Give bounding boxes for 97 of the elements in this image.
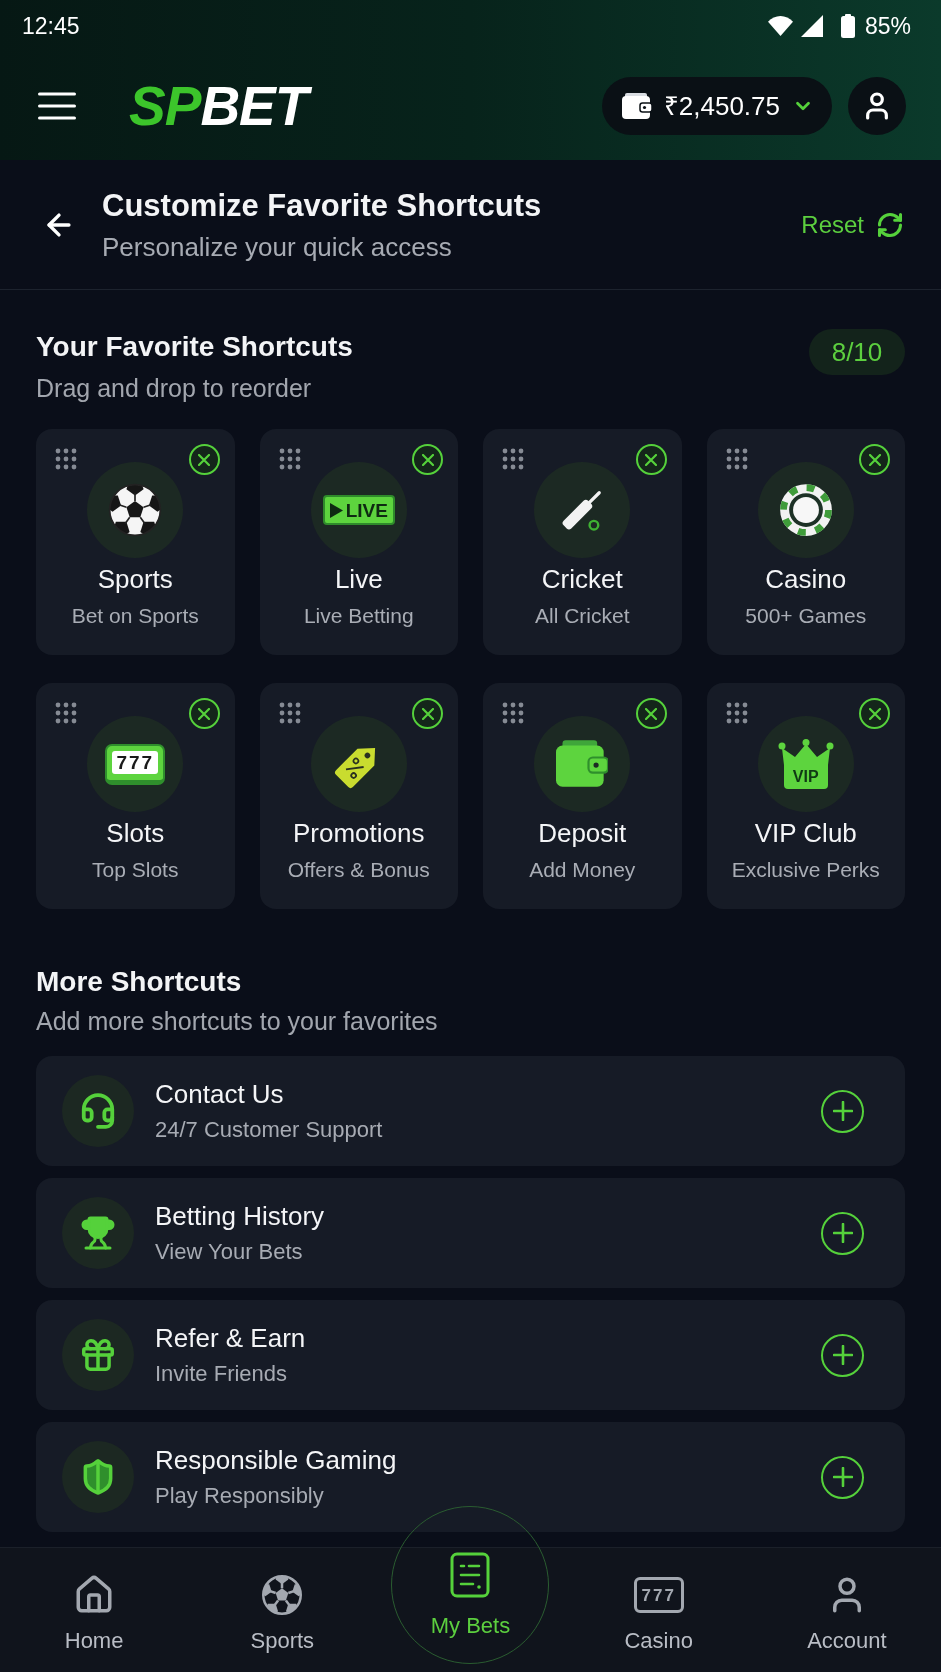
shortcut-card[interactable]: Sports Bet on Sports [36, 429, 235, 655]
shortcut-card[interactable]: Cricket All Cricket [483, 429, 682, 655]
shortcut-card[interactable]: LIVE Live Live Betting [259, 429, 458, 655]
shortcut-card[interactable]: VIP VIP Club Exclusive Perks [706, 683, 905, 909]
balance-button[interactable]: ₹2,450.75 [601, 77, 832, 135]
shortcut-subtitle: Play Responsibly [155, 1483, 325, 1509]
shortcut-subtitle: Invite Friends [155, 1361, 289, 1387]
section-title: More Shortcuts [36, 965, 243, 999]
document-icon [450, 1552, 491, 1598]
wifi-icon [767, 16, 793, 36]
menu-icon[interactable] [38, 92, 76, 120]
nav-item[interactable]: 777 Casino [624, 1548, 693, 1654]
close-icon [421, 707, 434, 720]
close-icon [421, 453, 434, 466]
drag-handle-icon[interactable] [725, 702, 748, 724]
section-subtitle: Add more shortcuts to your favorites [36, 1006, 439, 1036]
shortcut-title: Contact Us [155, 1079, 285, 1109]
shortcut-card[interactable]: Promotions Offers & Bonus [259, 683, 458, 909]
drag-handle-icon[interactable] [55, 448, 77, 470]
close-icon [868, 707, 881, 720]
section-title: Your Favorite Shortcuts [36, 330, 353, 364]
remove-button[interactable] [635, 698, 667, 729]
shortcut-row[interactable]: Responsible Gaming Play Responsibly [36, 1422, 905, 1532]
drag-handle-icon[interactable] [55, 702, 77, 724]
reel-numbers: 777 [641, 1586, 676, 1604]
shortcut-title: Cricket [541, 564, 623, 594]
close-icon [645, 707, 657, 720]
remove-button[interactable] [412, 444, 443, 475]
plus-icon [832, 1345, 853, 1365]
shortcut-title: Sports [97, 564, 173, 594]
drag-handle-icon[interactable] [278, 448, 301, 470]
nav-item[interactable]: Home [64, 1548, 124, 1654]
shortcut-subtitle: 24/7 Customer Support [155, 1117, 383, 1143]
crown-icon [777, 739, 834, 765]
drag-handle-icon[interactable] [278, 702, 301, 724]
nav-item[interactable]: Account [807, 1548, 887, 1654]
count-badge: 8/10 [809, 329, 905, 375]
page-subtitle: Personalize your quick access [102, 231, 453, 262]
remove-button[interactable] [859, 444, 890, 475]
drag-handle-icon[interactable] [502, 702, 524, 724]
remove-button[interactable] [859, 698, 890, 729]
shortcut-card[interactable]: Deposit Add Money [483, 683, 682, 909]
battery-icon [840, 14, 855, 38]
status-time: 12:45 [22, 14, 80, 38]
shortcut-title: Live [334, 564, 383, 594]
shortcut-title: Slots [106, 818, 165, 848]
shortcut-card[interactable]: Casino 500+ Games [706, 429, 905, 655]
shortcut-subtitle: All Cricket [535, 603, 630, 629]
shortcut-title: Promotions [293, 818, 425, 848]
shortcut-subtitle: Add Money [529, 857, 636, 883]
drag-handle-icon[interactable] [725, 448, 748, 470]
shortcut-title: Casino [765, 564, 847, 594]
battery-percent: 85% [864, 14, 911, 38]
live-label: LIVE [345, 500, 388, 520]
page-title: Customize Favorite Shortcuts [102, 187, 542, 224]
close-icon [868, 453, 881, 466]
shortcut-title: VIP Club [754, 818, 857, 848]
vip-label: VIP [783, 765, 828, 789]
shortcut-subtitle: View Your Bets [155, 1239, 304, 1265]
shortcut-title: Refer & Earn [155, 1323, 306, 1353]
remove-button[interactable] [188, 698, 220, 729]
shortcut-subtitle: Exclusive Perks [731, 857, 880, 883]
reset-button[interactable]: Reset [801, 206, 904, 243]
shortcut-card[interactable]: 777 Slots Top Slots [36, 683, 235, 909]
add-button[interactable] [821, 1211, 864, 1255]
signal-icon [800, 15, 823, 37]
close-icon [198, 707, 210, 720]
plus-icon [832, 1101, 853, 1121]
shortcut-subtitle: Offers & Bonus [287, 857, 430, 883]
remove-button[interactable] [188, 444, 220, 475]
shortcut-title: Deposit [538, 818, 627, 848]
shortcut-title: Responsible Gaming [155, 1445, 397, 1475]
shortcut-row[interactable]: Betting History View Your Bets [36, 1178, 905, 1288]
add-button[interactable] [821, 1455, 864, 1499]
close-icon [198, 453, 210, 466]
plus-icon [832, 1223, 853, 1243]
shortcut-subtitle: 500+ Games [745, 603, 867, 629]
nav-item[interactable]: Sports [250, 1548, 315, 1654]
add-button[interactable] [821, 1333, 864, 1377]
shortcut-row[interactable]: Contact Us 24/7 Customer Support [36, 1056, 905, 1166]
shortcut-subtitle: Top Slots [92, 857, 179, 883]
shortcut-subtitle: Bet on Sports [71, 603, 199, 629]
remove-button[interactable] [412, 698, 443, 729]
section-subtitle: Drag and drop to reorder [36, 373, 313, 403]
shortcut-row[interactable]: Refer & Earn Invite Friends [36, 1300, 905, 1410]
remove-button[interactable] [635, 444, 667, 475]
close-icon [645, 453, 657, 466]
wallet-icon [621, 93, 652, 119]
shortcut-title: Betting History [155, 1201, 325, 1231]
reel-numbers: 777 [112, 750, 159, 774]
soccer-ball-icon [262, 1575, 303, 1615]
drag-handle-icon[interactable] [502, 448, 524, 470]
play-icon [329, 502, 343, 518]
refresh-icon [876, 210, 904, 239]
plus-icon [832, 1467, 853, 1487]
shortcut-subtitle: Live Betting [303, 603, 414, 629]
add-button[interactable] [821, 1089, 864, 1133]
